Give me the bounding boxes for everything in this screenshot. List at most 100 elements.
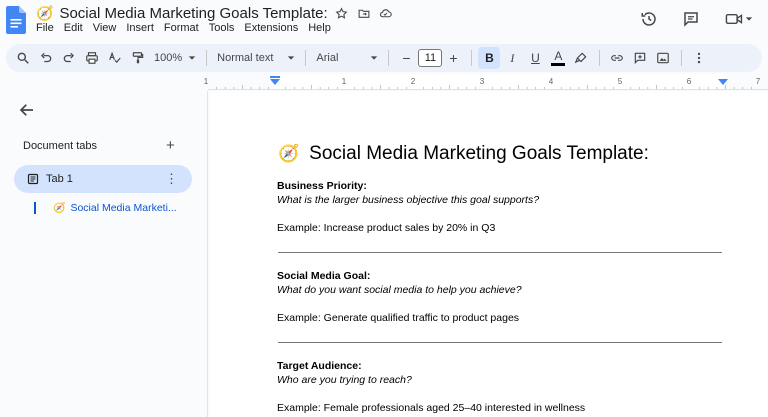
more-options-button[interactable]	[688, 47, 710, 69]
italic-button[interactable]: I	[501, 47, 523, 69]
ruler-label: 6	[687, 77, 692, 86]
move-folder-icon[interactable]	[356, 5, 372, 21]
bold-button[interactable]: B	[478, 47, 501, 69]
right-indent-marker[interactable]	[718, 79, 728, 85]
text-color-label: A	[554, 48, 563, 63]
section-example: Example: Female professionals aged 25–40…	[277, 402, 586, 414]
toolbar-divider	[471, 50, 473, 66]
insert-image-button[interactable]	[652, 47, 674, 69]
toolbar-divider	[599, 50, 601, 66]
cloud-saved-icon[interactable]	[378, 5, 394, 21]
history-icon[interactable]	[638, 8, 660, 30]
redo-icon	[63, 52, 74, 63]
menu-help[interactable]: Help	[308, 22, 331, 34]
text-color-button[interactable]: A	[547, 47, 569, 69]
add-tab-button[interactable]: +	[166, 137, 175, 154]
document-title[interactable]: Social Media Marketing Goals Template:	[59, 5, 327, 22]
increase-font-size-button[interactable]: +	[442, 47, 464, 69]
top-bar: 🧭 Social Media Marketing Goals Template:…	[0, 0, 768, 42]
outline-emoji: 🧭	[53, 202, 66, 214]
document-page[interactable]: 🧭 Social Media Marketing Goals Template:…	[210, 91, 768, 417]
image-icon	[657, 52, 670, 64]
font-select[interactable]: Arial	[312, 47, 382, 69]
first-line-indent-marker[interactable]	[270, 76, 280, 78]
section-social-media-goal: Social Media Goal: What do you want soci…	[277, 269, 522, 325]
underline-button[interactable]: U	[524, 47, 546, 69]
paint-format-button[interactable]	[127, 47, 149, 69]
menu-insert[interactable]: Insert	[126, 22, 154, 34]
paragraph-style-select[interactable]: Normal text	[213, 47, 299, 69]
chevron-down-icon	[371, 56, 378, 60]
print-button[interactable]	[81, 47, 103, 69]
ruler-label: 1	[204, 77, 209, 86]
section-example: Example: Generate qualified traffic to p…	[277, 312, 520, 324]
document-tabs-heading: Document tabs	[23, 140, 97, 152]
title-row: 🧭 Social Media Marketing Goals Template:	[36, 3, 394, 23]
chevron-down-icon	[288, 56, 295, 60]
ruler-label: 4	[549, 77, 554, 86]
document-tab-icon	[27, 173, 39, 185]
toolbar: 100% Normal text Arial − 11 + B I U A	[6, 44, 762, 72]
ruler-label: 5	[618, 77, 623, 86]
menu-file[interactable]: File	[36, 22, 54, 34]
highlighter-icon	[575, 52, 587, 64]
zoom-value: 100%	[154, 52, 183, 64]
meet-icon[interactable]	[722, 8, 756, 30]
horizontal-rule	[278, 342, 722, 343]
heading-text: Social Media Marketing Goals Template:	[309, 143, 649, 164]
font-size-input[interactable]: 11	[418, 49, 443, 67]
section-question: What do you want social media to help yo…	[277, 284, 522, 296]
document-heading: 🧭 Social Media Marketing Goals Template:	[278, 143, 649, 165]
search-menus-button[interactable]	[12, 47, 34, 69]
decrease-font-size-button[interactable]: −	[395, 47, 417, 69]
chevron-down-icon	[745, 17, 753, 21]
link-icon	[611, 55, 624, 61]
menu-tools[interactable]: Tools	[209, 22, 235, 34]
ruler-label: 7	[756, 77, 761, 86]
text-color-swatch	[551, 62, 566, 66]
redo-button[interactable]	[58, 47, 80, 69]
menu-extensions[interactable]: Extensions	[244, 22, 298, 34]
heading-emoji: 🧭	[278, 144, 300, 163]
zoom-select[interactable]: 100%	[150, 47, 200, 69]
ruler-label: 3	[480, 77, 485, 86]
left-indent-marker[interactable]	[270, 79, 280, 85]
toolbar-divider	[206, 50, 208, 66]
spellcheck-icon	[109, 51, 121, 63]
outline-item-label: Social Media Marketi...	[70, 202, 177, 214]
section-title: Target Audience:	[277, 360, 362, 372]
more-vert-icon	[698, 52, 701, 64]
section-question: What is the larger business objective th…	[277, 194, 540, 206]
undo-button[interactable]	[35, 47, 57, 69]
tab-label: Tab 1	[46, 173, 73, 185]
section-question: Who are you trying to reach?	[277, 374, 412, 386]
menu-format[interactable]: Format	[164, 22, 199, 34]
section-target-audience: Target Audience: Who are you trying to r…	[277, 359, 585, 415]
print-icon	[86, 52, 98, 64]
toolbar-divider	[305, 50, 307, 66]
undo-icon	[41, 52, 52, 63]
insert-link-button[interactable]	[606, 47, 628, 69]
paint-format-icon	[132, 52, 144, 64]
outline-item-heading[interactable]: 🧭 Social Media Marketi...	[34, 202, 177, 214]
section-business-priority: Business Priority: What is the larger bu…	[277, 179, 539, 235]
search-icon	[17, 52, 29, 64]
spellcheck-button[interactable]	[104, 47, 126, 69]
toolbar-divider	[388, 50, 390, 66]
horizontal-rule	[278, 252, 722, 253]
title-emoji: 🧭	[36, 4, 54, 21]
toolbar-divider	[681, 50, 683, 66]
add-comment-button[interactable]	[629, 47, 651, 69]
outline-active-indicator	[34, 202, 36, 214]
highlight-button[interactable]	[570, 47, 592, 69]
menu-edit[interactable]: Edit	[64, 22, 83, 34]
tab-more-options-button[interactable]: ⋮	[165, 171, 178, 187]
menu-view[interactable]: View	[93, 22, 117, 34]
star-icon[interactable]	[334, 5, 350, 21]
tab-item-tab-1[interactable]: Tab 1 ⋮	[14, 165, 192, 193]
comments-icon[interactable]	[680, 8, 702, 30]
document-tabs-sidebar: Document tabs + Tab 1 ⋮ 🧭 Social Media M…	[0, 91, 208, 417]
section-title: Social Media Goal:	[277, 270, 371, 282]
back-arrow-icon[interactable]	[18, 101, 36, 119]
docs-logo-icon[interactable]	[6, 6, 26, 34]
